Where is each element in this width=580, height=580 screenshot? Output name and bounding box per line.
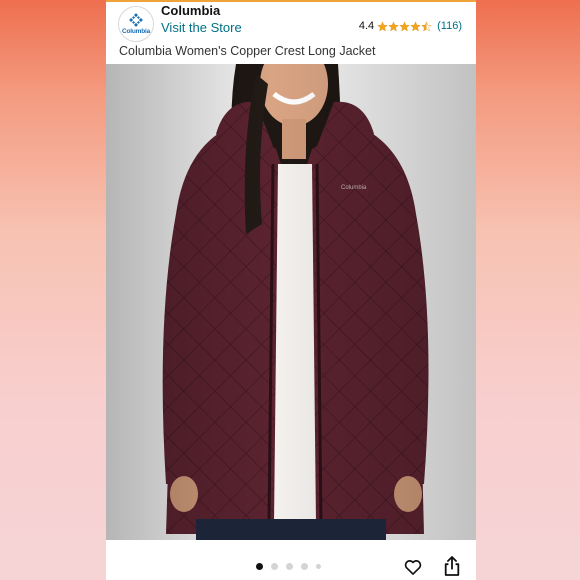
visit-store-link[interactable]: Visit the Store — [161, 20, 242, 35]
carousel-dot[interactable] — [271, 563, 278, 570]
jacket-photo-illustration: Columbia — [106, 64, 476, 540]
brand-logo[interactable]: Columbia — [118, 6, 154, 42]
background-right — [476, 0, 580, 580]
star-full-icon — [377, 20, 388, 31]
top-accent-line — [106, 0, 476, 2]
rating-count[interactable]: (116) — [437, 20, 462, 32]
brand-name[interactable]: Columbia — [161, 3, 220, 18]
product-title: Columbia Women's Copper Crest Long Jacke… — [119, 44, 376, 58]
rating-value: 4.4 — [358, 20, 375, 32]
brand-logo-text: Columbia — [121, 28, 150, 35]
carousel-dot[interactable] — [286, 563, 293, 570]
share-icon[interactable] — [443, 555, 461, 577]
carousel-dot[interactable] — [256, 563, 263, 570]
carousel-dot[interactable] — [301, 563, 308, 570]
columbia-diamond-icon — [129, 13, 143, 27]
image-carousel-dots — [256, 563, 321, 570]
star-half-icon — [421, 20, 432, 31]
background-left — [0, 0, 106, 580]
star-full-icon — [388, 20, 399, 31]
carousel-dot[interactable] — [316, 564, 321, 569]
star-full-icon — [399, 20, 410, 31]
rating-summary[interactable]: 4.4 (116) — [359, 20, 462, 32]
star-rating — [377, 20, 432, 32]
product-image[interactable]: Columbia — [106, 64, 476, 540]
heart-icon[interactable] — [403, 557, 423, 577]
star-full-icon — [410, 20, 421, 31]
product-card: Columbia Columbia Visit the Store 4.4 (1… — [106, 0, 476, 580]
